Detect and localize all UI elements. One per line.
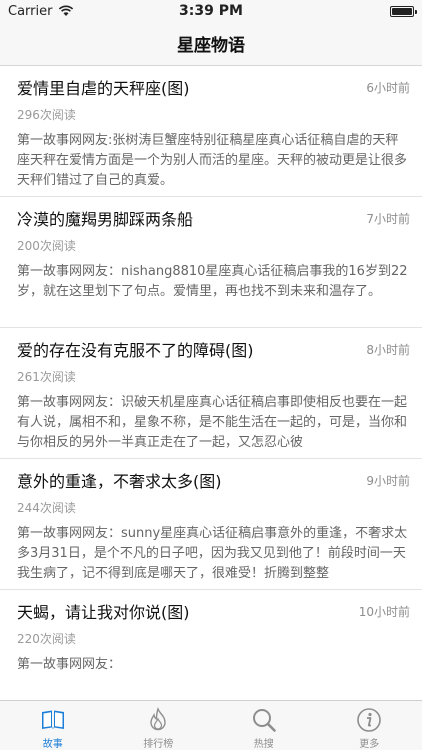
article-header: 爱的存在没有克服不了的障碍(图) 8小时前 xyxy=(17,338,410,360)
status-bar: Carrier 3:39 PM xyxy=(0,0,422,22)
tab-ranking[interactable]: 排行榜 xyxy=(106,701,212,750)
article-time: 6小时前 xyxy=(366,80,410,95)
tab-label: 故事 xyxy=(42,739,63,750)
article-header: 爱情里自虐的天秤座(图) 6小时前 xyxy=(17,76,410,98)
status-right xyxy=(390,5,417,17)
article-header: 冷漠的魔羯男脚踩两条船 7小时前 xyxy=(17,207,410,229)
article-header: 天蝎，请让我对你说(图) 10小时前 xyxy=(17,600,410,622)
tab-bar: 故事 排行榜 热搜 更多 xyxy=(0,700,422,750)
article-read-count: 296次阅读 xyxy=(17,108,76,122)
status-left: Carrier xyxy=(8,4,390,19)
carrier-label: Carrier xyxy=(8,3,53,19)
article-time: 7小时前 xyxy=(366,211,410,226)
info-icon xyxy=(355,706,383,733)
article-time: 8小时前 xyxy=(366,342,410,357)
article-header: 意外的重逢，不奢求太多(图) 9小时前 xyxy=(17,469,410,491)
article-time: 10小时前 xyxy=(358,604,410,619)
article-summary: 第一故事网网友:张树涛巨蟹座特别征稿星座真心话征稿自虐的天秤座天秤在爱情方面是一… xyxy=(17,133,408,188)
article-time: 9小时前 xyxy=(366,473,410,488)
article-read-count: 261次阅读 xyxy=(17,370,76,384)
article-read-count: 244次阅读 xyxy=(17,501,76,515)
battery-fill xyxy=(392,7,412,15)
wifi-icon xyxy=(58,5,74,17)
article-read-count: 220次阅读 xyxy=(17,632,76,646)
article-read-count: 200次阅读 xyxy=(17,239,76,253)
book-icon xyxy=(39,706,67,733)
article-summary: 第一故事网网友： xyxy=(17,657,122,672)
article-item[interactable]: 爱情里自虐的天秤座(图) 6小时前 296次阅读 第一故事网网友:张树涛巨蟹座特… xyxy=(0,66,422,197)
article-title: 爱情里自虐的天秤座(图) xyxy=(17,79,190,98)
article-summary: 第一故事网网友：nishang8810星座真心话征稿启事我的16岁到22岁，就在… xyxy=(17,264,408,299)
article-title: 意外的重逢，不奢求太多(图) xyxy=(17,472,222,491)
article-title: 爱的存在没有克服不了的障碍(图) xyxy=(17,341,254,360)
article-item[interactable]: 爱的存在没有克服不了的障碍(图) 8小时前 261次阅读 第一故事网网友：识破天… xyxy=(0,328,422,459)
tab-hot-search[interactable]: 热搜 xyxy=(211,701,317,750)
battery-icon xyxy=(390,5,417,17)
page-title: 星座物语 xyxy=(177,36,245,56)
tab-label: 排行榜 xyxy=(143,739,174,750)
article-item[interactable]: 意外的重逢，不奢求太多(图) 9小时前 244次阅读 第一故事网网友：sunny… xyxy=(0,459,422,590)
tab-more[interactable]: 更多 xyxy=(317,701,422,750)
tab-stories[interactable]: 故事 xyxy=(0,701,106,750)
article-summary: 第一故事网网友：识破天机星座真心话征稿启事即使相反也要在一起有人说，属相不和，星… xyxy=(17,395,408,450)
tab-label: 更多 xyxy=(359,739,380,750)
article-list[interactable]: 爱情里自虐的天秤座(图) 6小时前 296次阅读 第一故事网网友:张树涛巨蟹座特… xyxy=(0,66,422,700)
navigation-bar: 星座物语 xyxy=(0,22,422,66)
search-icon xyxy=(250,706,278,733)
article-item[interactable]: 冷漠的魔羯男脚踩两条船 7小时前 200次阅读 第一故事网网友：nishang8… xyxy=(0,197,422,328)
article-title: 天蝎，请让我对你说(图) xyxy=(17,603,190,622)
tab-label: 热搜 xyxy=(253,739,274,750)
article-item[interactable]: 天蝎，请让我对你说(图) 10小时前 220次阅读 第一故事网网友： xyxy=(0,590,422,700)
article-summary: 第一故事网网友：sunny星座真心话征稿启事意外的重逢，不奢求太多3月31日，是… xyxy=(17,526,408,581)
article-title: 冷漠的魔羯男脚踩两条船 xyxy=(17,210,194,229)
flame-icon xyxy=(144,706,172,733)
